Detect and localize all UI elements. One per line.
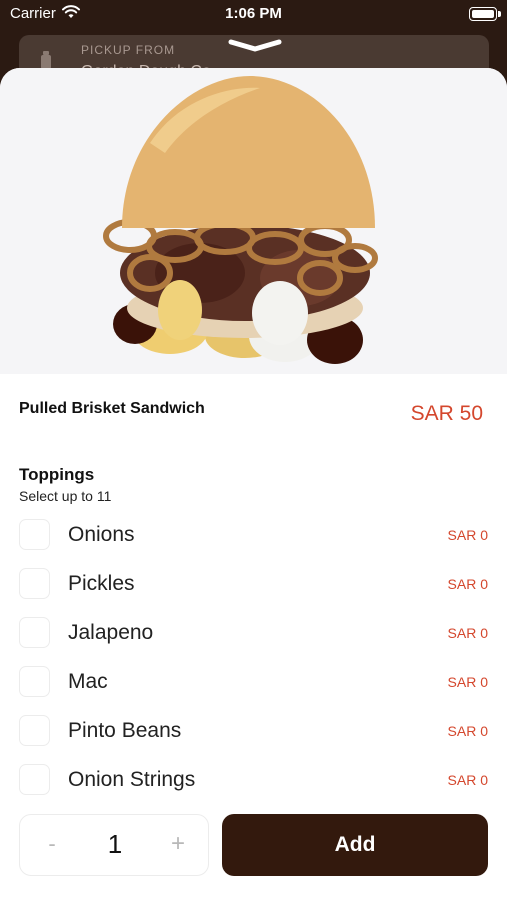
- topping-option-mac[interactable]: Mac SAR 0: [0, 663, 507, 703]
- topping-label: Onions: [68, 523, 135, 546]
- battery-icon: [469, 7, 501, 21]
- topping-price: SAR 0: [447, 625, 488, 641]
- checkbox[interactable]: [19, 715, 50, 746]
- increase-quantity-button[interactable]: +: [164, 830, 192, 858]
- topping-option-pickles[interactable]: Pickles SAR 0: [0, 565, 507, 605]
- add-to-cart-button[interactable]: Add: [222, 814, 488, 876]
- decrease-quantity-button[interactable]: -: [38, 830, 66, 858]
- topping-label: Onion Strings: [68, 768, 196, 791]
- product-name: Pulled Brisket Sandwich: [19, 400, 205, 417]
- checkbox[interactable]: [19, 764, 50, 795]
- clock: 1:06 PM: [225, 5, 282, 22]
- checkbox[interactable]: [19, 666, 50, 697]
- quantity-value: 1: [107, 829, 123, 859]
- topping-price: SAR 0: [447, 527, 488, 543]
- toppings-subtitle: Select up to 11: [19, 488, 112, 504]
- toppings-title: Toppings: [19, 465, 95, 484]
- topping-option-onions[interactable]: Onions SAR 0: [0, 516, 507, 556]
- topping-label: Jalapeno: [68, 621, 154, 644]
- topping-price: SAR 0: [447, 576, 488, 592]
- topping-option-jalapeno[interactable]: Jalapeno SAR 0: [0, 614, 507, 654]
- topping-label: Mac: [68, 670, 108, 693]
- topping-price: SAR 0: [447, 723, 488, 739]
- product-image: [0, 68, 507, 374]
- product-price: SAR 50: [410, 402, 483, 425]
- status-bar: Carrier 1:06 PM: [0, 0, 507, 30]
- topping-option-pinto-beans[interactable]: Pinto Beans SAR 0: [0, 712, 507, 752]
- checkbox[interactable]: [19, 519, 50, 550]
- topping-label: Pickles: [68, 572, 135, 595]
- checkbox[interactable]: [19, 568, 50, 599]
- product-detail-sheet: Pulled Brisket Sandwich SAR 50 Toppings …: [0, 68, 507, 900]
- quantity-stepper: - 1 +: [19, 814, 209, 876]
- dismiss-chevron-icon[interactable]: [227, 38, 283, 54]
- topping-price: SAR 0: [447, 772, 488, 788]
- topping-label: Pinto Beans: [68, 719, 182, 742]
- topping-price: SAR 0: [447, 674, 488, 690]
- topping-option-onion-strings[interactable]: Onion Strings SAR 0: [0, 761, 507, 801]
- pickup-label: PICKUP FROM: [81, 43, 176, 57]
- checkbox[interactable]: [19, 617, 50, 648]
